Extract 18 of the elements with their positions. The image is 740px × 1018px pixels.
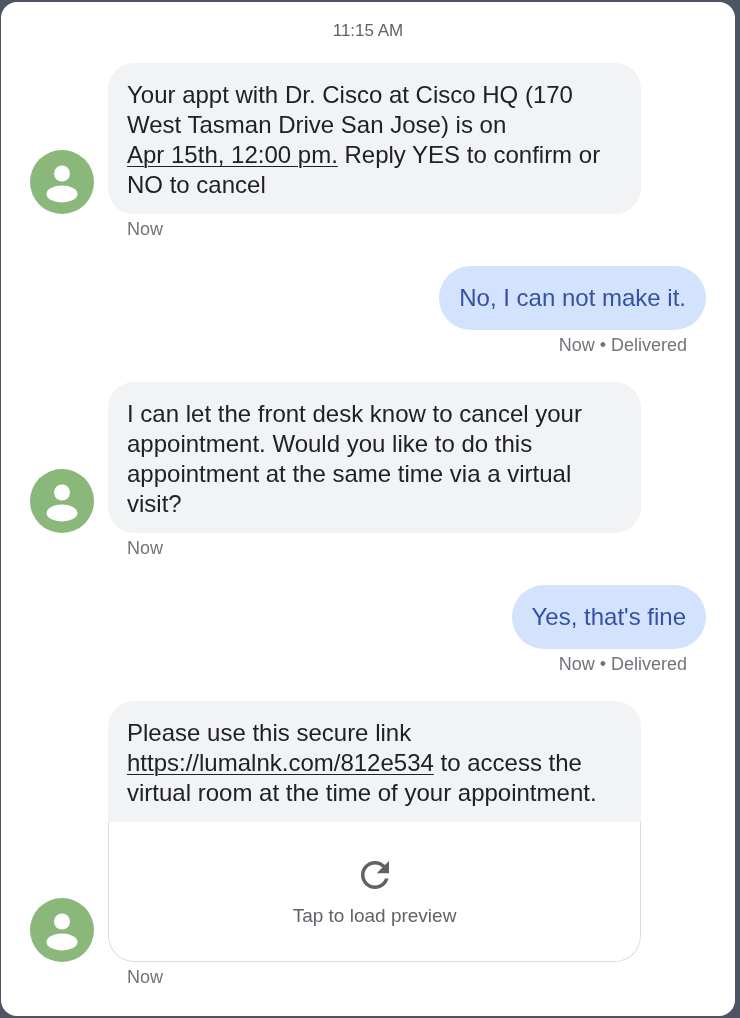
message-link[interactable]: Apr 15th, 12:00 pm. [127,141,338,168]
load-preview-button[interactable]: Tap to load preview [108,822,641,962]
message-text: I can let the front desk know to cancel your appointment. Would you like to do this appointment at the same time via a virtual visit? [126,399,583,519]
message-status: Now [127,538,163,558]
avatar-icon [30,469,94,533]
message-status: Now [127,967,163,987]
avatar-icon [30,150,94,214]
message-text: Please use this secure link https://lumalnk.com/812e534 to access the virtual room at the time of your appointment. [126,718,598,808]
message-link[interactable]: https://lumalnk.com/812e534 [127,749,434,776]
message-text: Yes, that's fine [530,602,687,632]
refresh-icon [360,861,389,889]
message-text: Your appt with Dr. Cisco at Cisco HQ (170 West Tasman Drive San Jose) is on Apr 15th, 12:00 pm. Reply YES to confirm or NO to cancel [126,80,602,200]
message-text: No, I can not make it. [458,283,687,313]
message-status: Now [127,219,163,239]
message-status: Now • Delivered [558,654,687,674]
timestamp: 11:15 AM [332,21,404,41]
avatar-icon [30,898,94,962]
message-status: Now • Delivered [558,335,687,355]
